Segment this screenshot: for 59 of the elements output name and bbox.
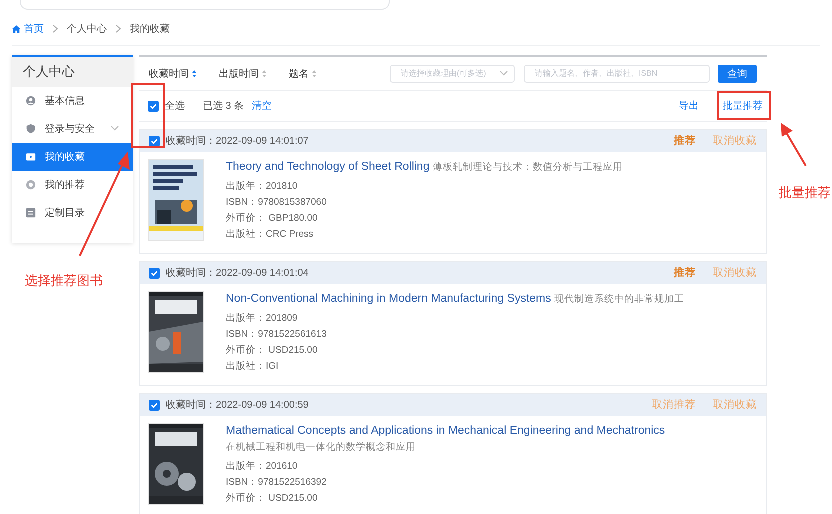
book-detail: 出版社：IGI	[226, 360, 280, 374]
book-detail: 出版年：201809	[226, 312, 299, 326]
book-subtitle: 在机械工程和机电一体化的数学概念和应用	[226, 441, 416, 455]
annotation-label: 批量推荐	[779, 184, 831, 202]
book-detail: ISBN：9780815387060	[226, 196, 328, 210]
annotation-label: 选择推荐图书	[25, 272, 103, 290]
recommend-link[interactable]: 推荐	[674, 134, 696, 148]
clear-link[interactable]: 清空	[252, 99, 272, 113]
favorite-time: 收藏时间：2022-09-09 14:01:07	[166, 134, 309, 148]
breadcrumb-link[interactable]: 个人中心	[67, 22, 107, 36]
highlight-frame	[131, 83, 165, 148]
checkbox[interactable]	[149, 400, 160, 410]
recommend-link[interactable]: 推荐	[674, 266, 696, 280]
book-title[interactable]: Non-Conventional Machining in Modern Manufacturing Systems	[226, 293, 552, 305]
book-detail: ISBN：9781522516392	[226, 476, 328, 490]
favorite-time: 收藏时间：2022-09-09 14:01:04	[166, 266, 309, 280]
sidebar-item[interactable]: 我的推荐	[12, 171, 133, 199]
badge-icon	[26, 180, 36, 190]
book-title[interactable]: Theory and Technology of Sheet Rolling	[226, 161, 430, 173]
batch-recommend-link[interactable]: 批量推荐	[723, 99, 763, 113]
query-button[interactable]: 查询	[718, 64, 757, 82]
user-icon	[26, 96, 36, 106]
book-detail: 外币价： USD215.00	[226, 344, 319, 358]
sidebar-item[interactable]: 定制目录	[12, 199, 133, 227]
select-all-label[interactable]: 全选	[165, 99, 185, 113]
shield-icon	[26, 124, 36, 134]
arrow-icon	[76, 150, 132, 258]
folder-icon	[26, 152, 36, 162]
sidebar-item[interactable]: 登录与安全	[12, 115, 133, 143]
book-subtitle: 现代制造系统中的非常规加工	[554, 293, 685, 307]
chevron-icon	[53, 25, 58, 33]
sort-button[interactable]: 题名	[289, 66, 317, 80]
book-detail: 出版年：201810	[226, 180, 299, 194]
highlight-frame	[717, 91, 771, 120]
book-subtitle: 薄板轧制理论与技术：数值分析与工程应用	[432, 161, 623, 175]
favorite-time: 收藏时间：2022-09-09 14:00:59	[166, 398, 309, 412]
book-detail: 外币价： USD215.00	[226, 492, 319, 506]
sort-button[interactable]: 收藏时间	[149, 66, 197, 80]
chevron-icon	[116, 25, 121, 33]
checkbox[interactable]	[149, 136, 160, 146]
search-field[interactable]: 请输入题名、作者、出版社、ISBN	[524, 64, 710, 82]
book-detail: 出版社：CRC Press	[226, 228, 315, 242]
export-link[interactable]: 导出	[679, 99, 699, 113]
selected-count: 已选 3 条	[203, 100, 244, 113]
home-link[interactable]: 首页	[12, 22, 44, 36]
book-detail: 出版年：201610	[226, 460, 299, 474]
book-detail: 外币价： GBP180.00	[226, 212, 319, 226]
sidebar-item[interactable]: 基本信息	[12, 87, 133, 115]
checkbox[interactable]	[148, 100, 159, 112]
home-icon	[12, 24, 21, 34]
chevron-icon	[500, 71, 508, 76]
list-icon	[26, 208, 36, 218]
checkbox[interactable]	[149, 268, 160, 278]
breadcrumb-current: 我的收藏	[130, 22, 170, 36]
book-detail: ISBN：9781522561613	[226, 328, 328, 342]
sidebar-title: 个人中心	[12, 57, 133, 87]
sidebar-item[interactable]: 我的收藏	[12, 143, 133, 171]
sort-button[interactable]: 出版时间	[219, 66, 267, 80]
book-title[interactable]: Mathematical Concepts and Applications in Mechanical Engineering and Mechatronics	[226, 425, 666, 437]
